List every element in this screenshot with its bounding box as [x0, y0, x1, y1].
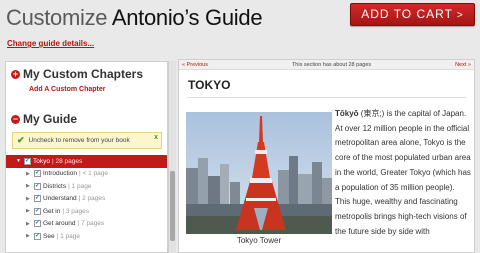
content-panel: « Previous This section has about 28 pag…: [178, 59, 475, 253]
expand-arrow-icon[interactable]: ▶: [26, 196, 34, 202]
add-to-cart-button[interactable]: ADD TO CART >: [350, 3, 475, 26]
uncheck-tip: ✔ Uncheck to remove from your book x: [12, 132, 162, 149]
custom-chapters-heading: + My Custom Chapters: [11, 67, 143, 81]
tree-item-label: Understand: [43, 195, 77, 203]
tokyo-checkbox[interactable]: ✓: [24, 157, 31, 165]
page-count: | 1 page: [56, 232, 80, 240]
tree-item-tokyo[interactable]: ▼ ✓ Tokyo | 28 pages: [6, 155, 167, 168]
page-count: | 1 page: [68, 182, 92, 190]
introduction-checkbox[interactable]: ✓: [34, 170, 41, 178]
arrow-right-icon: >: [456, 10, 464, 21]
close-tip-icon[interactable]: x: [154, 134, 158, 141]
city-name: Tōkyō: [335, 109, 359, 118]
page-count: | 7 pages: [77, 220, 105, 228]
section-heading: TOKYO: [188, 78, 231, 92]
scrollbar-thumb[interactable]: [170, 171, 175, 241]
my-guide-heading: − My Guide: [11, 112, 77, 126]
tree-item-get-around[interactable]: ▶ ✓ Get around | 7 pages: [6, 218, 167, 231]
my-guide-label: My Guide: [23, 112, 78, 126]
guide-name: Antonio’s Guide: [111, 5, 263, 30]
collapse-arrow-icon[interactable]: ▼: [16, 158, 24, 164]
add-custom-chapter-link[interactable]: Add A Custom Chapter: [29, 86, 105, 93]
chapter-tree: ▼ ✓ Tokyo | 28 pages ▶ ✓ Introduction | …: [6, 155, 167, 243]
page-count: | 3 pages: [62, 207, 89, 215]
tip-text: Uncheck to remove from your book: [28, 137, 130, 144]
sidebar-scrollbar[interactable]: [168, 61, 176, 253]
section-nav: « Previous This section has about 28 pag…: [179, 60, 474, 70]
section-info: This section has about 28 pages: [291, 61, 372, 68]
plus-circle-icon: +: [11, 68, 20, 79]
page-count: | < 1 page: [78, 170, 108, 178]
tree-item-label: Get around: [43, 220, 76, 228]
page-count: | 28 pages: [51, 157, 83, 165]
minus-circle-icon: −: [11, 113, 20, 124]
tokyo-tower-photo: [186, 112, 332, 234]
expand-arrow-icon[interactable]: ▶: [26, 183, 34, 189]
see-checkbox[interactable]: ✓: [34, 232, 41, 240]
tree-item-label: Get in: [43, 207, 61, 215]
tree-item-districts[interactable]: ▶ ✓ Districts | 1 page: [6, 180, 167, 193]
get-in-checkbox[interactable]: ✓: [34, 207, 41, 215]
tree-item-get-in[interactable]: ▶ ✓ Get in | 3 pages: [6, 205, 167, 218]
expand-arrow-icon[interactable]: ▶: [26, 208, 34, 214]
tree-item-label: See: [43, 232, 55, 240]
article-text: (東京;) is the capital of Japan. At over 1…: [335, 109, 471, 236]
page-title: Customize Antonio’s Guide: [6, 5, 263, 30]
photo-caption: Tokyo Tower: [236, 236, 282, 245]
tree-item-see[interactable]: ▶ ✓ See | 1 page: [6, 230, 167, 243]
expand-arrow-icon[interactable]: ▶: [26, 233, 34, 239]
change-guide-details-link[interactable]: Change guide details...: [7, 39, 94, 48]
checkmark-icon: ✔: [17, 135, 25, 145]
previous-link[interactable]: « Previous: [182, 62, 208, 68]
sidebar: + My Custom Chapters Add A Custom Chapte…: [5, 61, 168, 253]
expand-arrow-icon[interactable]: ▶: [26, 221, 34, 227]
get-around-checkbox[interactable]: ✓: [34, 220, 41, 228]
understand-checkbox[interactable]: ✓: [34, 195, 41, 203]
article-body: Tōkyō (東京;) is the capital of Japan. At …: [335, 107, 471, 239]
tree-item-understand[interactable]: ▶ ✓ Understand | 2 pages: [6, 193, 167, 206]
add-to-cart-label: ADD TO CART: [361, 7, 453, 21]
districts-checkbox[interactable]: ✓: [34, 182, 41, 190]
tree-item-label: Tokyo: [33, 157, 50, 165]
divider: [187, 97, 466, 98]
tree-item-introduction[interactable]: ▶ ✓ Introduction | < 1 page: [6, 168, 167, 181]
expand-arrow-icon[interactable]: ▶: [26, 171, 34, 177]
tree-item-label: Introduction: [43, 170, 77, 178]
custom-chapters-label: My Custom Chapters: [23, 67, 144, 81]
next-link[interactable]: Next »: [455, 62, 471, 68]
page-count: | 2 pages: [78, 195, 106, 203]
tree-item-label: Districts: [43, 182, 67, 190]
